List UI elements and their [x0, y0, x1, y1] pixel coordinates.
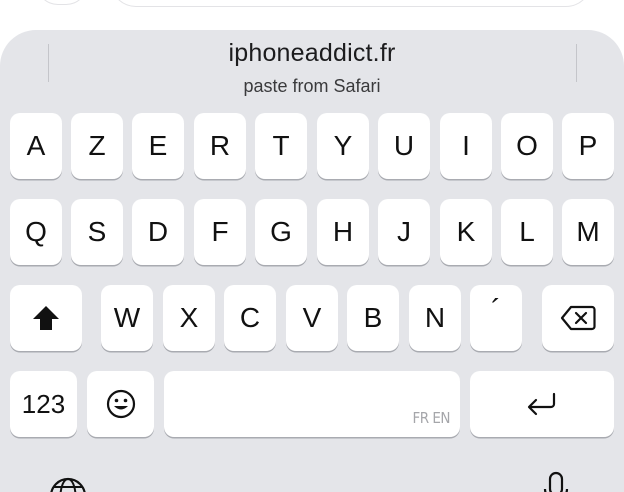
- suggestion-sub-text[interactable]: paste from Safari: [0, 76, 624, 97]
- key-label: L: [519, 216, 535, 247]
- key-label: Z: [88, 130, 106, 161]
- key-label: A: [26, 130, 46, 161]
- key-label: Y: [333, 130, 353, 161]
- key-o[interactable]: O: [501, 113, 553, 179]
- delete-icon: [560, 305, 596, 331]
- key-label: K: [456, 216, 476, 247]
- key-label: E: [148, 130, 168, 161]
- key-label: N: [424, 302, 446, 333]
- key-e[interactable]: E: [132, 113, 184, 179]
- key-label: H: [332, 216, 354, 247]
- key-p[interactable]: P: [562, 113, 614, 179]
- language-hint: FR EN: [412, 409, 450, 427]
- key-d[interactable]: D: [132, 199, 184, 265]
- key-w[interactable]: W: [101, 285, 153, 351]
- key-y[interactable]: Y: [317, 113, 369, 179]
- emoji-icon: [105, 388, 137, 420]
- return-key[interactable]: [470, 371, 614, 437]
- key-label: X: [179, 302, 199, 333]
- key-label: U: [393, 130, 415, 161]
- key-q[interactable]: Q: [10, 199, 62, 265]
- key-m[interactable]: M: [562, 199, 614, 265]
- key-r[interactable]: R: [194, 113, 246, 179]
- key-k[interactable]: K: [440, 199, 492, 265]
- suggestion-bar: iphoneaddict.fr paste from Safari: [0, 30, 624, 108]
- key-label: V: [302, 302, 322, 333]
- key-j[interactable]: J: [378, 199, 430, 265]
- microphone-icon[interactable]: [541, 470, 571, 492]
- key-b[interactable]: B: [347, 285, 399, 351]
- return-icon: [525, 391, 559, 417]
- key-label: I: [462, 130, 470, 161]
- key-z[interactable]: Z: [71, 113, 123, 179]
- key-label: C: [239, 302, 261, 333]
- numbers-key[interactable]: 123: [10, 371, 77, 437]
- key-label: B: [363, 302, 383, 333]
- space-key[interactable]: FR EN: [164, 371, 460, 437]
- key-c[interactable]: C: [224, 285, 276, 351]
- key-label: G: [270, 216, 292, 247]
- key-label: ´: [491, 294, 501, 327]
- key-h[interactable]: H: [317, 199, 369, 265]
- key-x[interactable]: X: [163, 285, 215, 351]
- globe-icon[interactable]: [48, 476, 88, 492]
- emoji-key[interactable]: [87, 371, 154, 437]
- key-label: M: [576, 216, 600, 247]
- key-l[interactable]: L: [501, 199, 553, 265]
- key-a[interactable]: A: [10, 113, 62, 179]
- key-label: F: [211, 216, 229, 247]
- key-v[interactable]: V: [286, 285, 338, 351]
- key-g[interactable]: G: [255, 199, 307, 265]
- key-label: S: [87, 216, 107, 247]
- screen: iphoneaddict.fr paste from Safari A Z E …: [0, 0, 624, 492]
- key-s[interactable]: S: [71, 199, 123, 265]
- text-field-edge[interactable]: [110, 0, 592, 7]
- keyboard: iphoneaddict.fr paste from Safari A Z E …: [0, 30, 624, 492]
- delete-key[interactable]: [542, 285, 614, 351]
- key-label: Q: [25, 216, 47, 247]
- key-label: T: [272, 130, 290, 161]
- suggestion-main-text[interactable]: iphoneaddict.fr: [0, 39, 624, 68]
- key-n[interactable]: N: [409, 285, 461, 351]
- key-f[interactable]: F: [194, 199, 246, 265]
- key-label: P: [578, 130, 598, 161]
- key-label: J: [397, 216, 411, 247]
- key-t[interactable]: T: [255, 113, 307, 179]
- key-label: O: [516, 130, 538, 161]
- key-label: D: [147, 216, 169, 247]
- numbers-key-label: 123: [21, 389, 66, 419]
- key-u[interactable]: U: [378, 113, 430, 179]
- shift-key[interactable]: [10, 285, 82, 351]
- key-i[interactable]: I: [440, 113, 492, 179]
- top-left-button-edge[interactable]: [36, 0, 88, 5]
- key-label: R: [209, 130, 231, 161]
- key-accent[interactable]: ´: [470, 285, 522, 351]
- shift-icon: [31, 304, 61, 332]
- key-label: W: [113, 302, 141, 333]
